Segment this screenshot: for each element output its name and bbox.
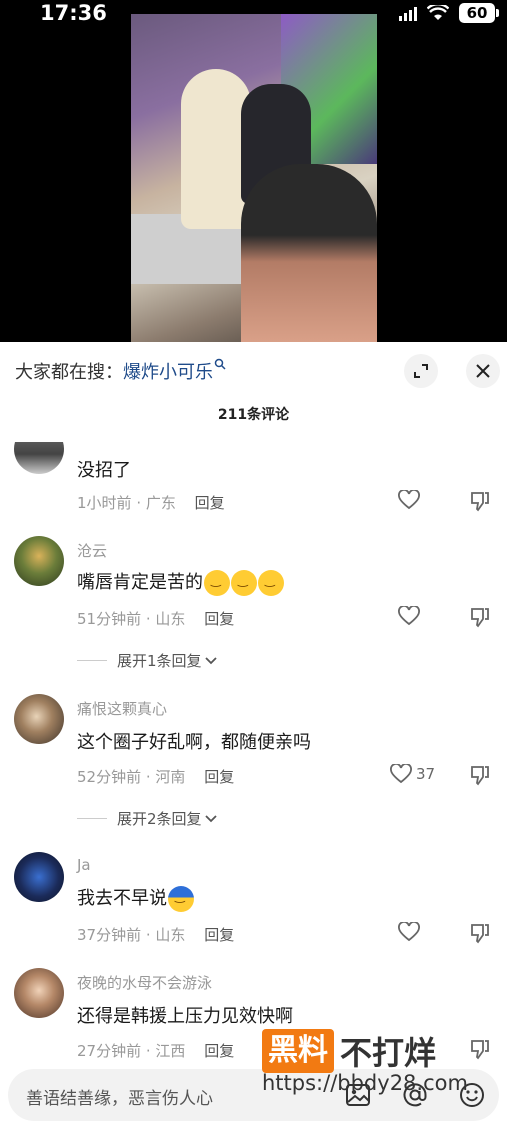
wifi-icon	[427, 5, 449, 20]
comment-username[interactable]: Ja	[77, 856, 91, 874]
status-icons: 60	[399, 2, 499, 24]
smile-emoji-icon	[231, 570, 257, 596]
close-icon	[476, 364, 490, 378]
like-button[interactable]	[398, 606, 420, 626]
comment-meta: 27分钟前 · 江西 回复	[77, 1042, 235, 1060]
expand-replies-label: 展开2条回复	[117, 810, 202, 828]
comment-input-placeholder[interactable]: 善语结善缘，恶言伤人心	[26, 1084, 213, 1109]
comment-time: 1小时前	[77, 494, 132, 512]
heart-icon	[398, 606, 420, 626]
status-time: 17:36	[40, 1, 107, 25]
watermark-logo: 黑料	[262, 1029, 334, 1073]
comment-time: 37分钟前	[77, 926, 142, 944]
avatar[interactable]	[14, 968, 64, 1018]
dislike-button[interactable]	[469, 606, 491, 632]
heart-icon	[398, 490, 420, 510]
like-count: 37	[416, 765, 436, 783]
comment-location: 山东	[155, 610, 186, 628]
comments-sheet: 大家都在搜：爆炸小可乐 211条评论 没招了 1小时前 · 广东 回复 沧云 嘴…	[0, 342, 507, 1128]
comment-item: Ja 我去不早说 37分钟前 · 山东 回复	[0, 852, 507, 952]
video-frame[interactable]	[131, 14, 377, 342]
expand-replies-button[interactable]: 展开1条回复	[77, 650, 218, 671]
comment-time: 27分钟前	[77, 1042, 142, 1060]
comment-text: 还得是韩援上压力见效快啊	[77, 1006, 293, 1027]
reply-button[interactable]: 回复	[204, 610, 234, 628]
video-foreground-person	[241, 164, 377, 342]
expand-icon	[414, 364, 428, 378]
search-prefix: 大家都在搜：	[15, 362, 123, 383]
comment-username[interactable]: 沧云	[77, 540, 107, 561]
reply-button[interactable]: 回复	[204, 926, 234, 944]
dislike-button[interactable]	[469, 764, 491, 790]
comment-text: 嘴唇肯定是苦的	[77, 568, 284, 596]
comment-item: 沧云 嘴唇肯定是苦的 51分钟前 · 山东 回复 展开1条回复	[0, 536, 507, 676]
smile-emoji-icon	[258, 570, 284, 596]
comment-text: 我去不早说	[77, 884, 194, 912]
comment-item: 痛恨这颗真心 这个圈子好乱啊，都随便亲吗 52分钟前 · 河南 回复 37 展开…	[0, 694, 507, 834]
watermark-name: 不打烊	[340, 1034, 437, 1072]
dislike-icon	[471, 1040, 489, 1060]
avatar[interactable]	[14, 442, 64, 474]
comment-time: 52分钟前	[77, 768, 142, 786]
dislike-button[interactable]	[469, 490, 491, 516]
like-button[interactable]	[398, 490, 420, 510]
comment-meta: 51分钟前 · 山东 回复	[77, 610, 235, 628]
watermark: 黑料 不打烊	[262, 1028, 436, 1074]
reply-button[interactable]: 回复	[204, 1042, 234, 1060]
comment-location: 山东	[155, 926, 186, 944]
comment-text-content: 嘴唇肯定是苦的	[77, 572, 203, 593]
comment-location: 河南	[155, 768, 186, 786]
comment-meta: 37分钟前 · 山东 回复	[77, 926, 235, 944]
like-button[interactable]	[398, 922, 420, 942]
comment-item: 没招了 1小时前 · 广东 回复	[0, 442, 507, 522]
dislike-button[interactable]	[469, 1038, 491, 1064]
chevron-down-icon	[204, 656, 217, 664]
heart-icon	[390, 764, 412, 784]
expand-replies-button[interactable]: 展开2条回复	[77, 808, 218, 829]
reply-button[interactable]: 回复	[195, 494, 225, 512]
close-button[interactable]	[466, 354, 500, 388]
dislike-icon	[471, 492, 489, 512]
divider	[77, 818, 107, 819]
avatar[interactable]	[14, 536, 64, 586]
avatar[interactable]	[14, 852, 64, 902]
like-button[interactable]: 37	[390, 764, 435, 784]
comment-text-content: 我去不早说	[77, 888, 167, 909]
avatar[interactable]	[14, 694, 64, 744]
expand-replies-label: 展开1条回复	[117, 652, 202, 670]
expand-button[interactable]	[404, 354, 438, 388]
search-suggestion[interactable]: 大家都在搜：爆炸小可乐	[15, 358, 226, 384]
video-area[interactable]: 17:36 60	[0, 0, 507, 342]
dislike-icon	[471, 766, 489, 786]
dislike-icon	[471, 924, 489, 944]
heart-icon	[398, 922, 420, 942]
comment-count: 211条评论	[217, 407, 290, 423]
comment-time: 51分钟前	[77, 610, 142, 628]
comment-text: 这个圈子好乱啊，都随便亲吗	[77, 732, 311, 753]
smile-emoji-icon	[204, 570, 230, 596]
comment-username[interactable]: 夜晚的水母不会游泳	[77, 972, 212, 993]
battery-indicator: 60	[459, 3, 499, 23]
divider	[77, 660, 107, 661]
comment-location: 江西	[155, 1042, 186, 1060]
search-icon	[214, 358, 226, 370]
watermark-url: https://bbdy28.com	[262, 1071, 468, 1095]
search-term[interactable]: 爆炸小可乐	[123, 362, 213, 383]
comment-text: 没招了	[77, 460, 131, 481]
shocked-emoji-icon	[168, 886, 194, 912]
comment-meta: 1小时前 · 广东 回复	[77, 494, 225, 512]
reply-button[interactable]: 回复	[204, 768, 234, 786]
comment-username[interactable]: 痛恨这颗真心	[77, 698, 167, 719]
comment-meta: 52分钟前 · 河南 回复	[77, 768, 235, 786]
comment-location: 广东	[145, 494, 176, 512]
dislike-button[interactable]	[469, 922, 491, 948]
dislike-icon	[471, 608, 489, 628]
signal-icon	[399, 5, 417, 21]
chevron-down-icon	[204, 814, 217, 822]
